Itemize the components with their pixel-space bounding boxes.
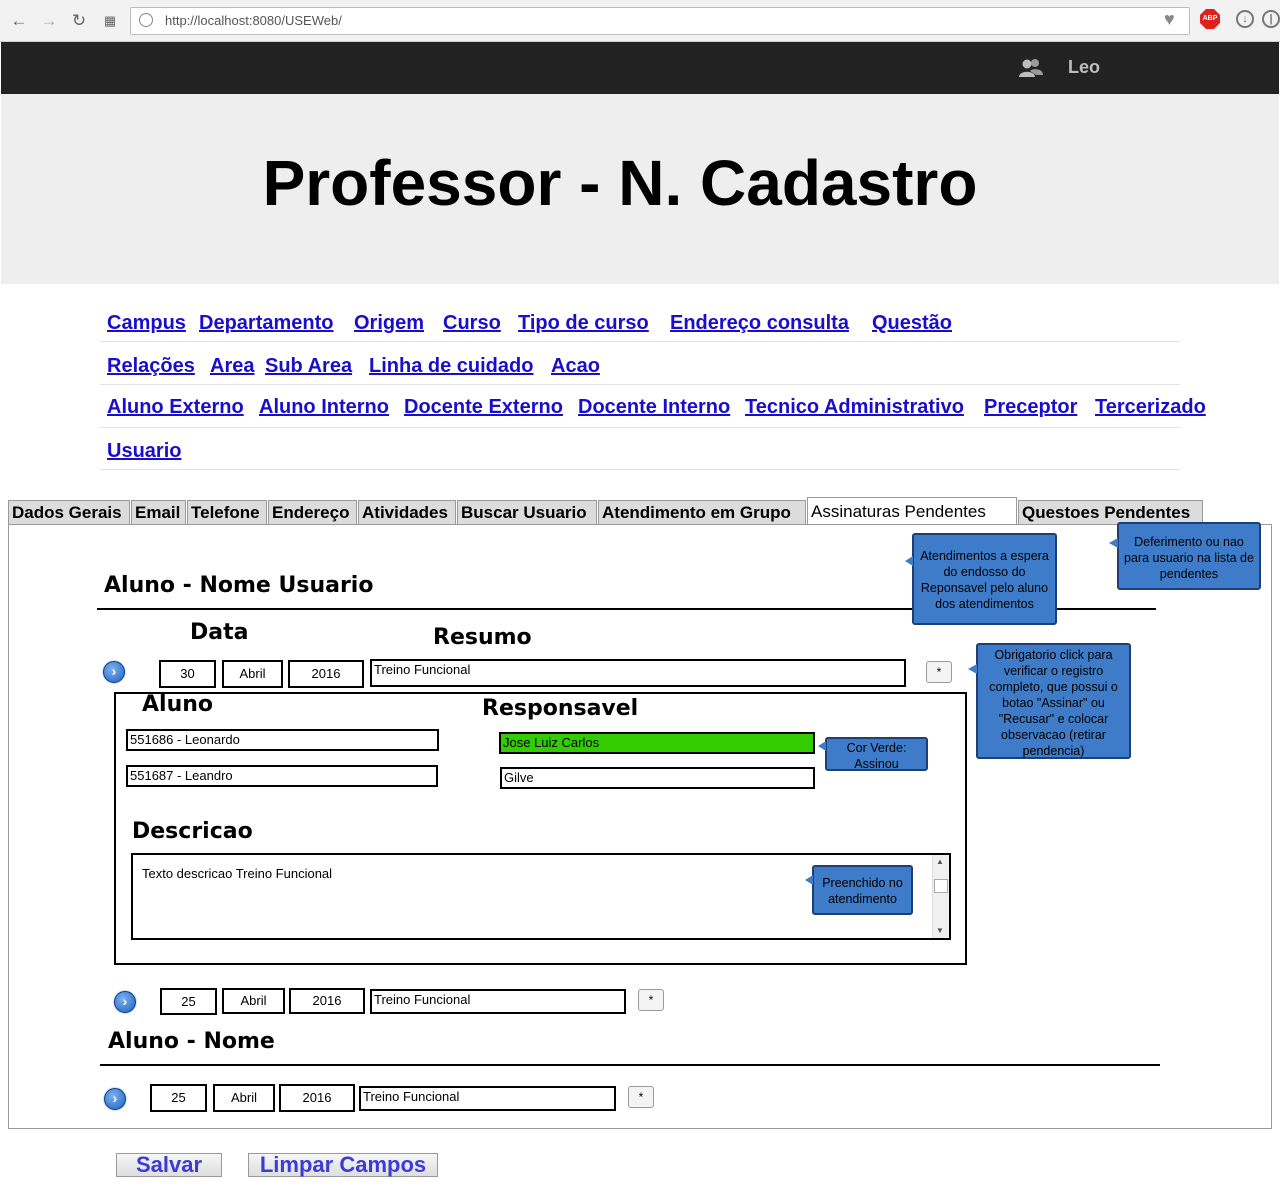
menu-divider <box>100 427 1180 428</box>
users-icon[interactable] <box>1018 57 1044 79</box>
menu-link-aluno-externo[interactable]: Aluno Externo <box>107 396 244 419</box>
scroll-down-icon[interactable]: ▼ <box>936 926 944 935</box>
menu-link-area[interactable]: Area <box>210 355 254 378</box>
section-heading: Aluno - Nome Usuario <box>104 573 374 598</box>
site-info-icon[interactable] <box>139 13 153 27</box>
resumo-field[interactable]: Treino Funcional <box>370 659 906 687</box>
user-name[interactable]: Leo <box>1068 57 1100 78</box>
aluno-field[interactable]: 551687 - Leandro <box>126 765 438 787</box>
adblock-icon[interactable]: ABP <box>1200 9 1220 29</box>
day-field[interactable]: 25 <box>160 988 217 1015</box>
resumo-field[interactable]: Treino Funcional <box>370 989 626 1014</box>
section-heading: Aluno - Nome <box>108 1029 275 1054</box>
callout-cor-verde: Cor Verde: Assinou <box>825 737 928 771</box>
download-icon[interactable]: ↓ <box>1236 10 1254 28</box>
responsavel-label: Responsavel <box>482 696 639 721</box>
back-arrow-icon[interactable]: ← <box>8 10 30 32</box>
url-text[interactable]: http://localhost:8080/USEWeb/ <box>165 13 342 28</box>
menu-divider <box>100 384 1180 385</box>
reload-icon[interactable]: ↻ <box>68 10 90 32</box>
tab-atendimento-em-grupo[interactable]: Atendimento em Grupo <box>598 500 806 524</box>
menu-divider <box>100 341 1180 342</box>
tab-email[interactable]: Email <box>131 500 186 524</box>
tab-dados-gerais[interactable]: Dados Gerais <box>8 500 130 524</box>
aluno-label: Aluno <box>142 692 214 717</box>
day-field[interactable]: 25 <box>150 1084 207 1112</box>
forward-arrow-icon[interactable]: → <box>38 10 60 32</box>
menu-link-endereco-consulta[interactable]: Endereço consulta <box>670 312 849 335</box>
detail-button[interactable]: * <box>628 1086 654 1108</box>
menu-link-departamento[interactable]: Departamento <box>199 312 333 335</box>
scroll-up-icon[interactable]: ▲ <box>936 857 944 866</box>
tab-buscar-usuario[interactable]: Buscar Usuario <box>457 500 597 524</box>
menu-divider <box>100 469 1180 470</box>
menu-link-tecnico-administrativo[interactable]: Tecnico Administrativo <box>745 396 964 419</box>
expand-icon[interactable]: › <box>103 661 125 683</box>
tab-assinaturas-pendentes[interactable]: Assinaturas Pendentes <box>807 497 1017 524</box>
menu-link-acao[interactable]: Acao <box>551 355 600 378</box>
menu-link-aluno-interno[interactable]: Aluno Interno <box>259 396 389 419</box>
tab-questoes-pendentes[interactable]: Questoes Pendentes <box>1018 500 1203 524</box>
callout-preenchido: Preenchido no atendimento <box>812 865 913 915</box>
descricao-text: Texto descricao Treino Funcional <box>142 866 333 881</box>
detail-button[interactable]: * <box>926 661 952 683</box>
menu-link-preceptor[interactable]: Preceptor <box>984 396 1077 419</box>
menu-link-docente-interno[interactable]: Docente Interno <box>578 396 730 419</box>
address-bar[interactable]: http://localhost:8080/USEWeb/ <box>130 7 1190 35</box>
tab-endereco[interactable]: Endereço <box>268 500 357 524</box>
menu-link-campus[interactable]: Campus <box>107 312 186 335</box>
aluno-field[interactable]: 551686 - Leonardo <box>126 729 439 751</box>
bookmark-heart-icon[interactable]: ♥ <box>1164 9 1175 30</box>
year-field[interactable]: 2016 <box>289 988 365 1014</box>
year-field[interactable]: 2016 <box>288 660 364 688</box>
menu-link-tipo-de-curso[interactable]: Tipo de curso <box>518 312 649 335</box>
menu-link-sub-area[interactable]: Sub Area <box>265 355 352 378</box>
tab-telefone[interactable]: Telefone <box>187 500 267 524</box>
menu-link-relacoes[interactable]: Relações <box>107 355 195 378</box>
month-field[interactable]: Abril <box>213 1084 275 1112</box>
detail-button[interactable]: * <box>638 989 664 1011</box>
callout-obrigatorio: Obrigatorio click para verificar o regis… <box>976 643 1131 759</box>
column-data-label: Data <box>190 620 249 645</box>
page-title: Professor - N. Cadastro <box>262 147 978 219</box>
day-field[interactable]: 30 <box>159 660 216 688</box>
menu-link-tercerizado[interactable]: Tercerizado <box>1095 396 1206 419</box>
expand-icon[interactable]: › <box>114 991 136 1013</box>
power-icon[interactable]: | <box>1262 10 1280 28</box>
callout-pending: Atendimentos a espera do endosso do Repo… <box>912 533 1057 625</box>
apps-grid-icon[interactable]: ▦ <box>99 10 121 32</box>
resumo-field[interactable]: Treino Funcional <box>359 1086 616 1111</box>
callout-deferimento: Deferimento ou nao para usuario na lista… <box>1117 522 1261 590</box>
menu-link-usuario[interactable]: Usuario <box>107 440 181 463</box>
menu-link-linha-de-cuidado[interactable]: Linha de cuidado <box>369 355 533 378</box>
menu-link-origem[interactable]: Origem <box>354 312 424 335</box>
section-divider <box>100 1064 1160 1066</box>
menu-link-curso[interactable]: Curso <box>443 312 501 335</box>
month-field[interactable]: Abril <box>222 660 283 688</box>
callout-tail <box>805 875 813 885</box>
scrollbar[interactable]: ▲ ▼ <box>932 855 949 938</box>
clear-fields-button[interactable]: Limpar Campos <box>248 1153 438 1177</box>
year-field[interactable]: 2016 <box>279 1084 355 1112</box>
menu-link-questao[interactable]: Questão <box>872 312 952 335</box>
expand-icon[interactable]: › <box>104 1088 126 1110</box>
menu-link-docente-externo[interactable]: Docente Externo <box>404 396 563 419</box>
month-field[interactable]: Abril <box>222 988 285 1014</box>
callout-tail <box>905 556 913 566</box>
responsavel-field-signed[interactable]: Jose Luiz Carlos <box>499 732 815 754</box>
callout-tail <box>818 741 826 751</box>
save-button[interactable]: Salvar <box>116 1153 222 1177</box>
tab-atividades[interactable]: Atividades <box>358 500 456 524</box>
responsavel-field[interactable]: Gilve <box>500 767 815 789</box>
descricao-label: Descricao <box>132 819 253 844</box>
callout-tail <box>1109 538 1118 548</box>
column-resumo-label: Resumo <box>433 625 532 650</box>
callout-tail <box>968 664 977 674</box>
scroll-thumb[interactable] <box>934 879 948 893</box>
